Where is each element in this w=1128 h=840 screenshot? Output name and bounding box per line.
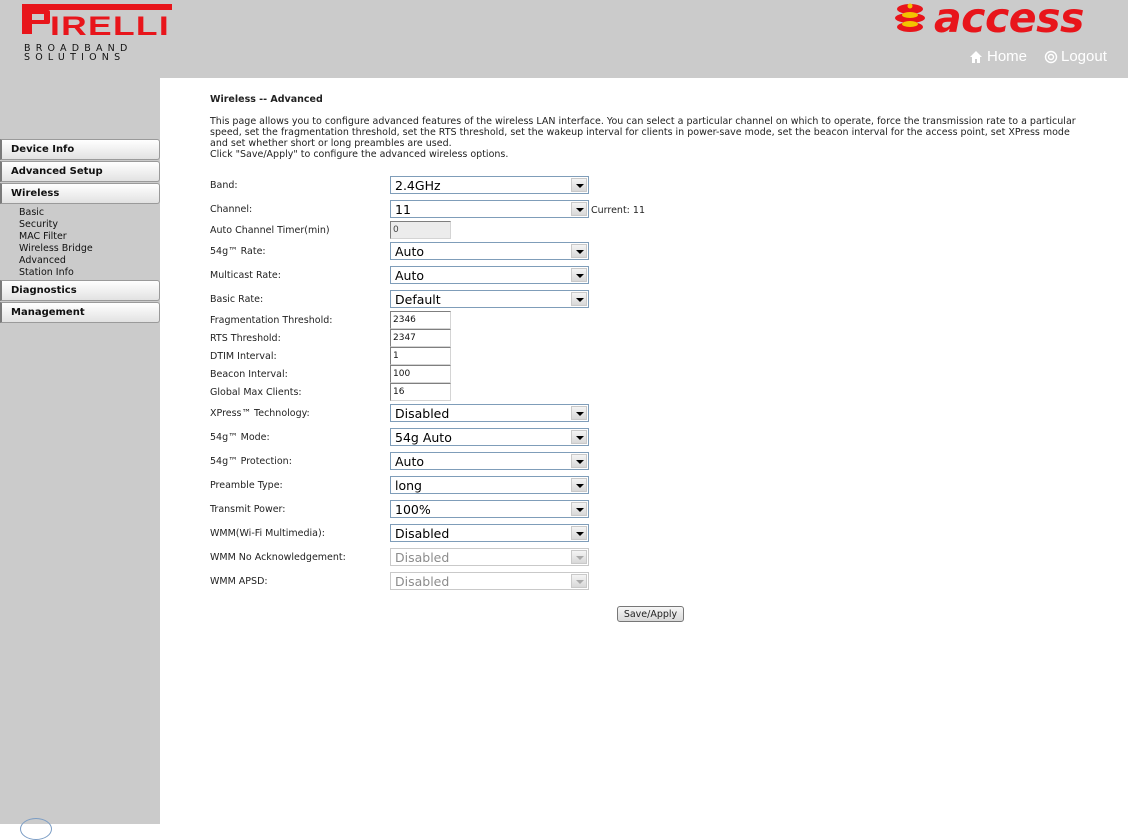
beacon-interval-input[interactable]: 100 (390, 365, 451, 383)
channel-select[interactable]: 11 (390, 200, 589, 218)
multicast-rate-value: Auto (395, 268, 425, 283)
wmm-select[interactable]: Disabled (390, 524, 589, 542)
access-logo-icon (895, 3, 925, 32)
logout-link[interactable]: Logout (1044, 48, 1107, 65)
wmm-apsd-value: Disabled (395, 574, 450, 589)
save-apply-button[interactable]: Save/Apply (617, 606, 684, 622)
wmm-no-ack-select: Disabled (390, 548, 589, 566)
sidebar-item-wireless[interactable]: Wireless (0, 183, 160, 204)
band-select[interactable]: 2.4GHz (390, 176, 589, 194)
basic-rate-label: Basic Rate: (210, 294, 264, 305)
wmm-label: WMM(Wi-Fi Multimedia): (210, 528, 325, 539)
chevron-down-icon (571, 574, 587, 588)
xpress-value: Disabled (395, 406, 450, 421)
brand-subtitle: BROADBAND SOLUTIONS (24, 43, 133, 63)
submenu-item-mac-filter[interactable]: MAC Filter (19, 231, 160, 243)
logout-icon (1044, 50, 1058, 63)
dtim-interval-input[interactable]: 1 (390, 347, 451, 365)
rate-54g-value: Auto (395, 244, 425, 259)
wireless-submenu: Basic Security MAC Filter Wireless Bridg… (0, 205, 160, 280)
submenu-item-wireless-bridge[interactable]: Wireless Bridge (19, 243, 160, 255)
chevron-down-icon (571, 526, 587, 540)
preamble-select[interactable]: long (390, 476, 589, 494)
sidebar-item-diagnostics[interactable]: Diagnostics (0, 280, 160, 301)
global-max-clients-label: Global Max Clients: (210, 387, 302, 398)
auto-channel-timer-input[interactable]: 0 (390, 221, 451, 239)
transmit-power-label: Transmit Power: (210, 504, 286, 515)
submenu-item-station-info[interactable]: Station Info (19, 267, 160, 279)
protection-54g-value: Auto (395, 454, 425, 469)
pirelli-logo: IRELLI (22, 4, 172, 40)
frag-threshold-input[interactable]: 2346 (390, 311, 451, 329)
channel-label: Channel: (210, 204, 253, 215)
submenu-item-security[interactable]: Security (19, 219, 160, 231)
protection-54g-select[interactable]: Auto (390, 452, 589, 470)
sidebar-item-advanced-setup[interactable]: Advanced Setup (0, 161, 160, 182)
home-link[interactable]: Home (968, 48, 1027, 65)
mode-54g-value: 54g Auto (395, 430, 452, 445)
home-icon (970, 50, 982, 63)
frag-threshold-label: Fragmentation Threshold: (210, 315, 333, 326)
band-label: Band: (210, 180, 238, 191)
rts-threshold-input[interactable]: 2347 (390, 329, 451, 347)
chevron-down-icon (571, 502, 587, 516)
wmm-apsd-select: Disabled (390, 572, 589, 590)
multicast-rate-label: Multicast Rate: (210, 270, 281, 281)
chevron-down-icon (571, 478, 587, 492)
current-channel-text: Current: 11 (591, 205, 645, 216)
band-value: 2.4GHz (395, 178, 441, 193)
page-title: Wireless -- Advanced (210, 94, 323, 105)
xpress-select[interactable]: Disabled (390, 404, 589, 422)
content-panel (160, 78, 1128, 824)
rts-threshold-label: RTS Threshold: (210, 333, 281, 344)
rate-54g-select[interactable]: Auto (390, 242, 589, 260)
preamble-value: long (395, 478, 422, 493)
access-logo-text: access (934, 0, 1084, 42)
wmm-no-ack-value: Disabled (395, 550, 450, 565)
wmm-apsd-label: WMM APSD: (210, 576, 268, 587)
chevron-down-icon (571, 178, 587, 192)
wmm-no-ack-label: WMM No Acknowledgement: (210, 552, 346, 563)
svg-text:IRELLI: IRELLI (50, 11, 170, 40)
description-text: This page allows you to configure advanc… (210, 116, 1076, 149)
transmit-power-value: 100% (395, 502, 431, 517)
chevron-down-icon (571, 454, 587, 468)
sidebar-item-management[interactable]: Management (0, 302, 160, 323)
submenu-item-advanced[interactable]: Advanced (19, 255, 160, 267)
mode-54g-select[interactable]: 54g Auto (390, 428, 589, 446)
instruction-text: Click "Save/Apply" to configure the adva… (210, 149, 509, 160)
chevron-down-icon (571, 430, 587, 444)
global-max-clients-input[interactable]: 16 (390, 383, 451, 401)
submenu-item-basic[interactable]: Basic (19, 207, 160, 219)
chevron-down-icon (571, 550, 587, 564)
basic-rate-value: Default (395, 292, 441, 307)
mode-54g-label: 54g™ Mode: (210, 432, 270, 443)
sidebar-item-device-info[interactable]: Device Info (0, 139, 160, 160)
protection-54g-label: 54g™ Protection: (210, 456, 292, 467)
chevron-down-icon (571, 406, 587, 420)
home-label: Home (987, 48, 1028, 65)
dtim-interval-label: DTIM Interval: (210, 351, 277, 362)
channel-value: 11 (395, 202, 411, 217)
chevron-down-icon (571, 202, 587, 216)
chevron-down-icon (571, 268, 587, 282)
chevron-down-icon (571, 244, 587, 258)
beacon-interval-label: Beacon Interval: (210, 369, 288, 380)
corner-decoration (20, 818, 52, 840)
multicast-rate-select[interactable]: Auto (390, 266, 589, 284)
transmit-power-select[interactable]: 100% (390, 500, 589, 518)
xpress-label: XPress™ Technology: (210, 408, 310, 419)
preamble-label: Preamble Type: (210, 480, 283, 491)
sidebar-menu: Device Info Advanced Setup Wireless Basi… (0, 139, 160, 324)
logout-label: Logout (1061, 48, 1107, 65)
auto-channel-timer-label: Auto Channel Timer(min) (210, 225, 330, 236)
rate-54g-label: 54g™ Rate: (210, 246, 266, 257)
wmm-value: Disabled (395, 526, 450, 541)
chevron-down-icon (571, 292, 587, 306)
page-description: This page allows you to configure advanc… (210, 116, 1090, 160)
basic-rate-select[interactable]: Default (390, 290, 589, 308)
